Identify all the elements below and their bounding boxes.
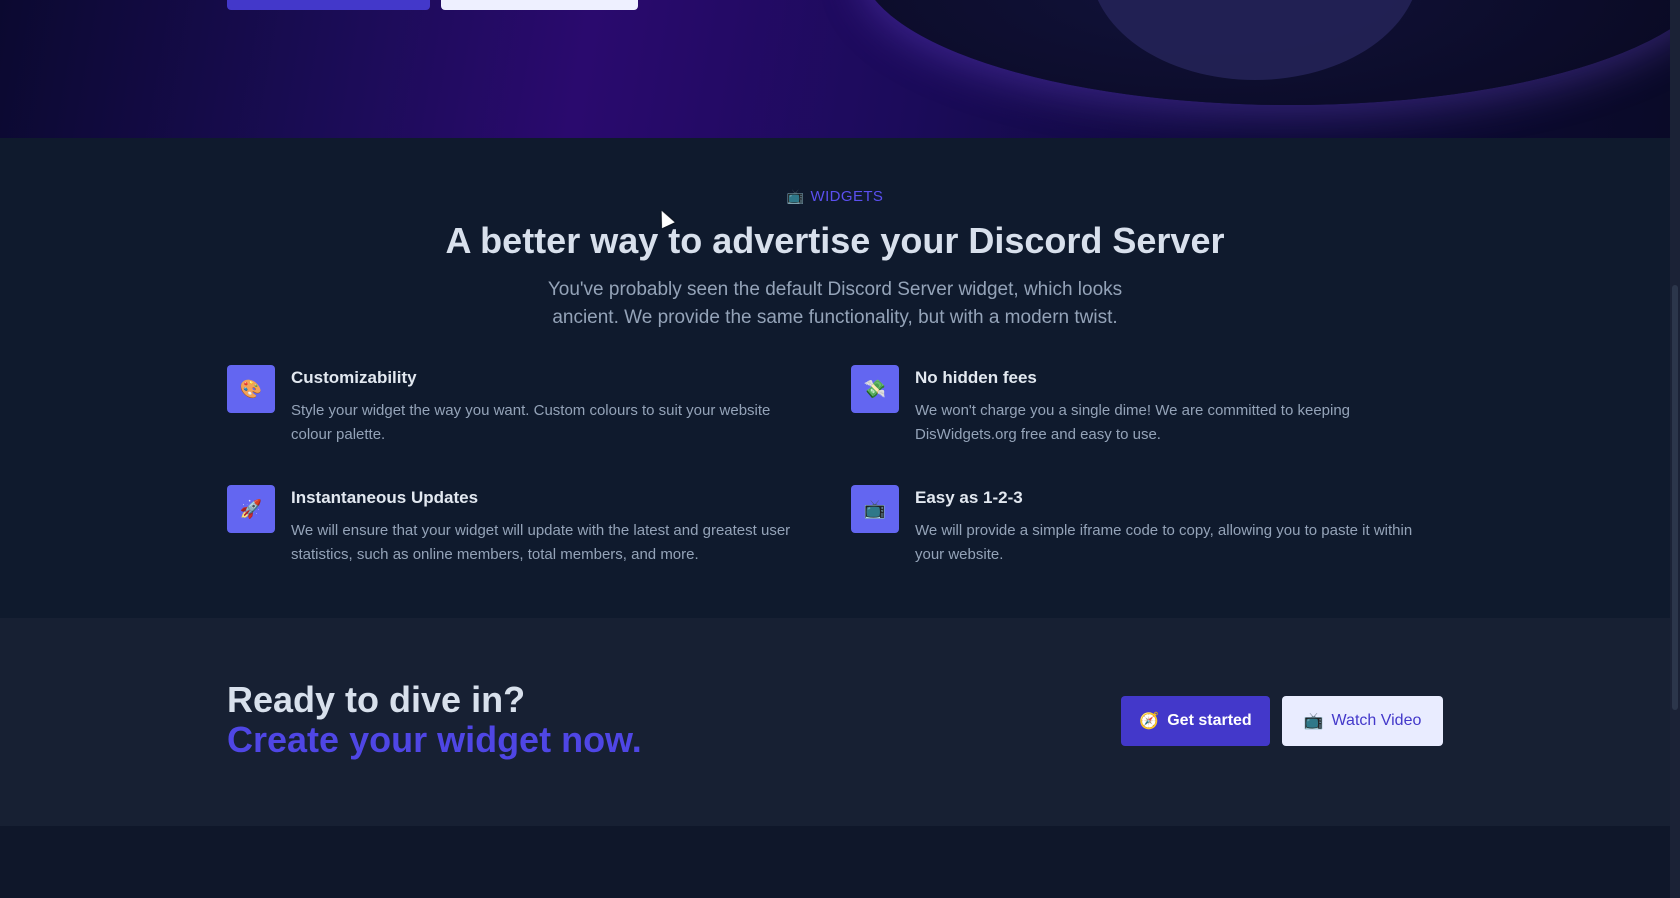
feature-description: Style your widget the way you want. Cust… [291, 402, 771, 443]
get-started-button[interactable]: 🧭 Get started [1121, 696, 1270, 746]
section-eyebrow: 📺 WIDGETS [0, 188, 1670, 205]
features-section: 📺 WIDGETS A better way to advertise your … [0, 138, 1670, 618]
compass-icon: 🧭 [1139, 713, 1160, 730]
cta-subtitle: Create your widget now. [227, 719, 642, 760]
get-started-label: Get started [1167, 712, 1252, 729]
cta-title: Ready to dive in? [227, 679, 526, 720]
cta-section: Ready to dive in? Create your widget now… [0, 618, 1670, 826]
hero-secondary-button[interactable] [441, 0, 638, 10]
page: 📺 WIDGETS A better way to advertise your … [0, 0, 1670, 898]
scrollbar-thumb[interactable] [1672, 285, 1678, 710]
watch-video-label: Watch Video [1331, 712, 1422, 729]
footer-area [0, 826, 1670, 898]
feature-title: Customizability [291, 368, 417, 387]
section-lead: You've probably seen the default Discord… [547, 279, 1123, 328]
feature-description: We won't charge you a single dime! We ar… [915, 402, 1351, 443]
hero-section [0, 0, 1670, 138]
tv-icon: 📺 [786, 188, 805, 204]
rocket-icon: 🚀 [227, 485, 275, 533]
tv-icon: 📺 [1303, 713, 1324, 730]
feature-title: Easy as 1-2-3 [915, 488, 1023, 507]
feature-title: No hidden fees [915, 368, 1037, 387]
no-money-icon: 💸 [851, 365, 899, 413]
tv-icon: 📺 [851, 485, 899, 533]
feature-title: Instantaneous Updates [291, 488, 479, 507]
palette-icon: 🎨 [227, 365, 275, 413]
watch-video-button[interactable]: 📺 Watch Video [1282, 696, 1443, 746]
feature-description: We will provide a simple iframe code to … [915, 522, 1413, 563]
hero-primary-button[interactable] [227, 0, 430, 10]
eyebrow-label: WIDGETS [810, 188, 884, 205]
page-scrollbar[interactable] [1670, 0, 1680, 898]
feature-description: We will ensure that your widget will upd… [291, 522, 791, 563]
section-heading: A better way to advertise your Discord S… [445, 220, 1225, 261]
